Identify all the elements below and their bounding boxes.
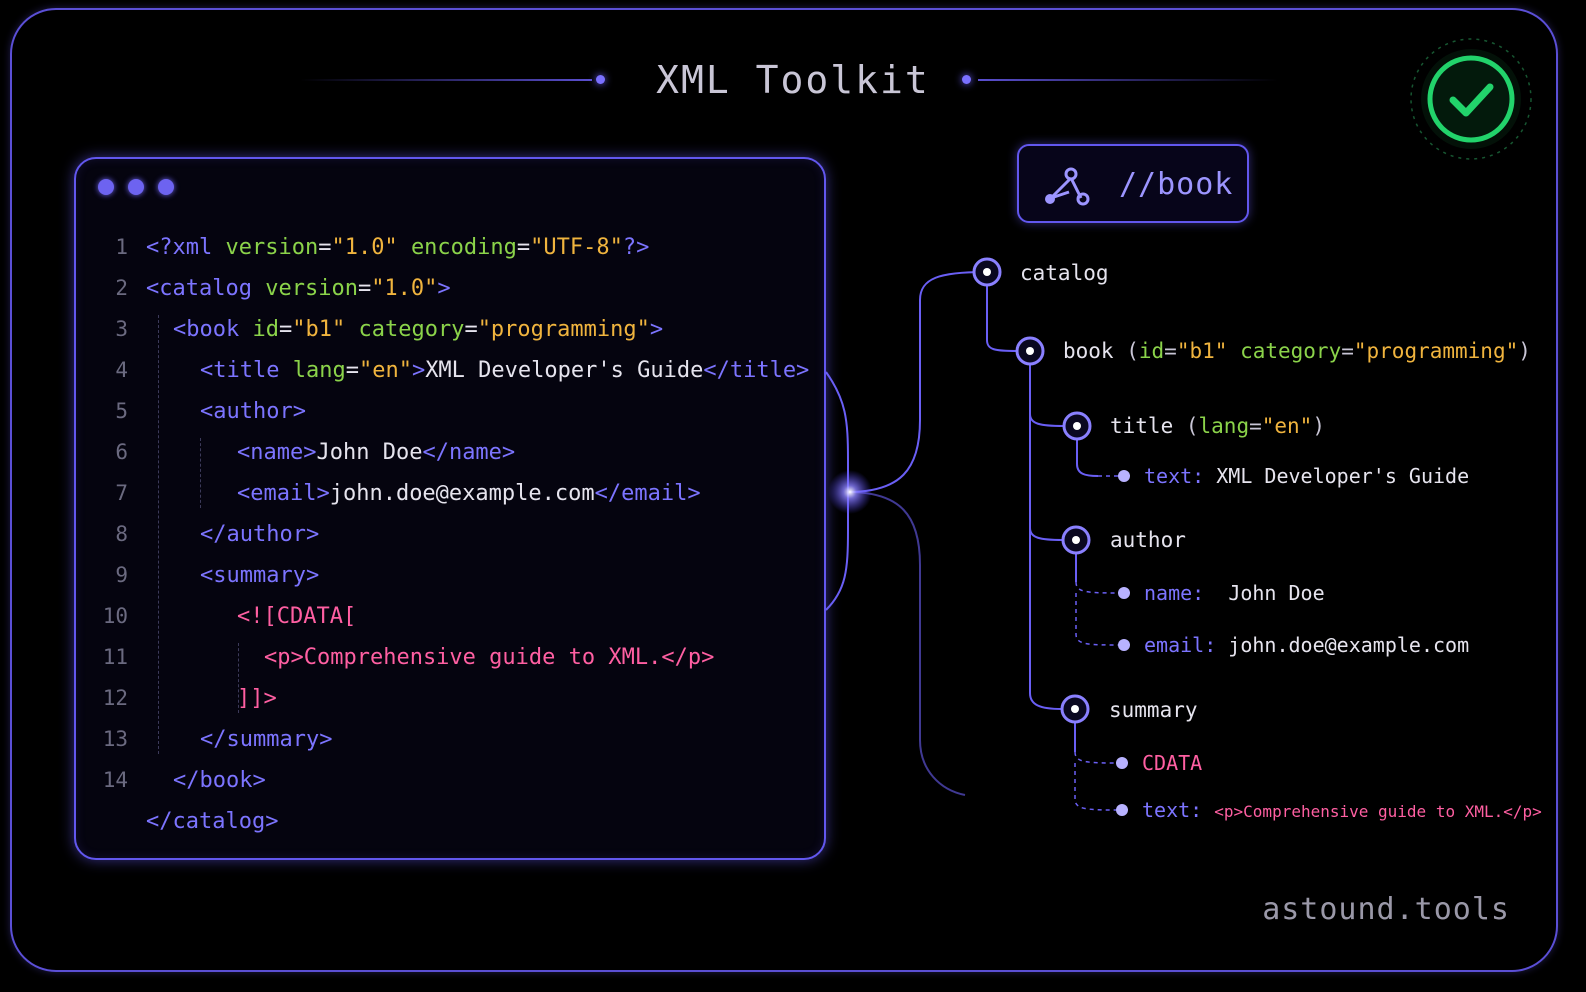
attr-token: category — [1240, 339, 1342, 363]
leaf-value: John Doe — [1228, 581, 1325, 605]
leaf-key: text: — [1144, 464, 1205, 488]
tree-leaf-title-text[interactable]: text: XML Developer's Guide — [1144, 462, 1469, 490]
node-summary — [1060, 694, 1090, 724]
leaf-key: name: — [1144, 581, 1205, 605]
tree-book-name: book — [1063, 339, 1114, 363]
tree-title-name: title — [1110, 414, 1174, 438]
attr-token — [1227, 339, 1240, 363]
attr-token: id — [1138, 339, 1165, 363]
attr-token: = — [1249, 414, 1262, 438]
xpath-query[interactable]: //book — [1119, 146, 1233, 223]
attr-token: "b1" — [1176, 339, 1228, 363]
tree-leaf-cdata[interactable]: CDATA — [1142, 749, 1202, 777]
attr-token: ( — [1173, 414, 1199, 438]
tree-leaf-name[interactable]: name: John Doe — [1144, 579, 1325, 607]
tree-leaf-summary-text[interactable]: text: <p>Comprehensive guide to XML.</p> — [1142, 796, 1542, 826]
leaf-value: john.doe@example.com — [1228, 633, 1470, 657]
connector-glow — [828, 470, 872, 514]
attr-token: ) — [1518, 339, 1531, 363]
connector-graph — [825, 257, 1130, 816]
attr-token: "programming" — [1353, 339, 1519, 363]
brand-watermark: astound.tools — [1262, 892, 1510, 927]
attr-token: = — [1341, 339, 1354, 363]
tree-title-attrs: (lang="en") — [1173, 414, 1325, 438]
tree-label-catalog[interactable]: catalog — [1020, 259, 1109, 287]
node-author — [1061, 525, 1091, 555]
attr-token: = — [1164, 339, 1177, 363]
graph-node-icon — [1045, 167, 1090, 206]
tree-label-book[interactable]: book (id="b1" category="programming") — [1063, 337, 1531, 365]
node-title — [1062, 411, 1092, 441]
node-book — [1015, 336, 1045, 366]
tree-book-attrs: (id="b1" category="programming") — [1114, 339, 1531, 363]
tree-label-title[interactable]: title (lang="en") — [1110, 412, 1325, 440]
tree-label-summary[interactable]: summary — [1109, 696, 1198, 724]
tree-label-author[interactable]: author — [1110, 526, 1186, 554]
node-catalog — [972, 257, 1002, 287]
leaf-key: email: — [1144, 633, 1217, 657]
leaf-value: XML Developer's Guide — [1216, 464, 1470, 488]
attr-token: lang — [1198, 414, 1250, 438]
xpath-query-box[interactable]: //book — [1017, 144, 1249, 223]
attr-token: "en" — [1261, 414, 1313, 438]
attr-token: ) — [1312, 414, 1325, 438]
leaf-value: <p>Comprehensive guide to XML.</p> — [1214, 802, 1542, 821]
leaf-key: text: — [1142, 798, 1203, 822]
attr-token: ( — [1113, 339, 1139, 363]
tree-leaf-email[interactable]: email: john.doe@example.com — [1144, 631, 1469, 659]
